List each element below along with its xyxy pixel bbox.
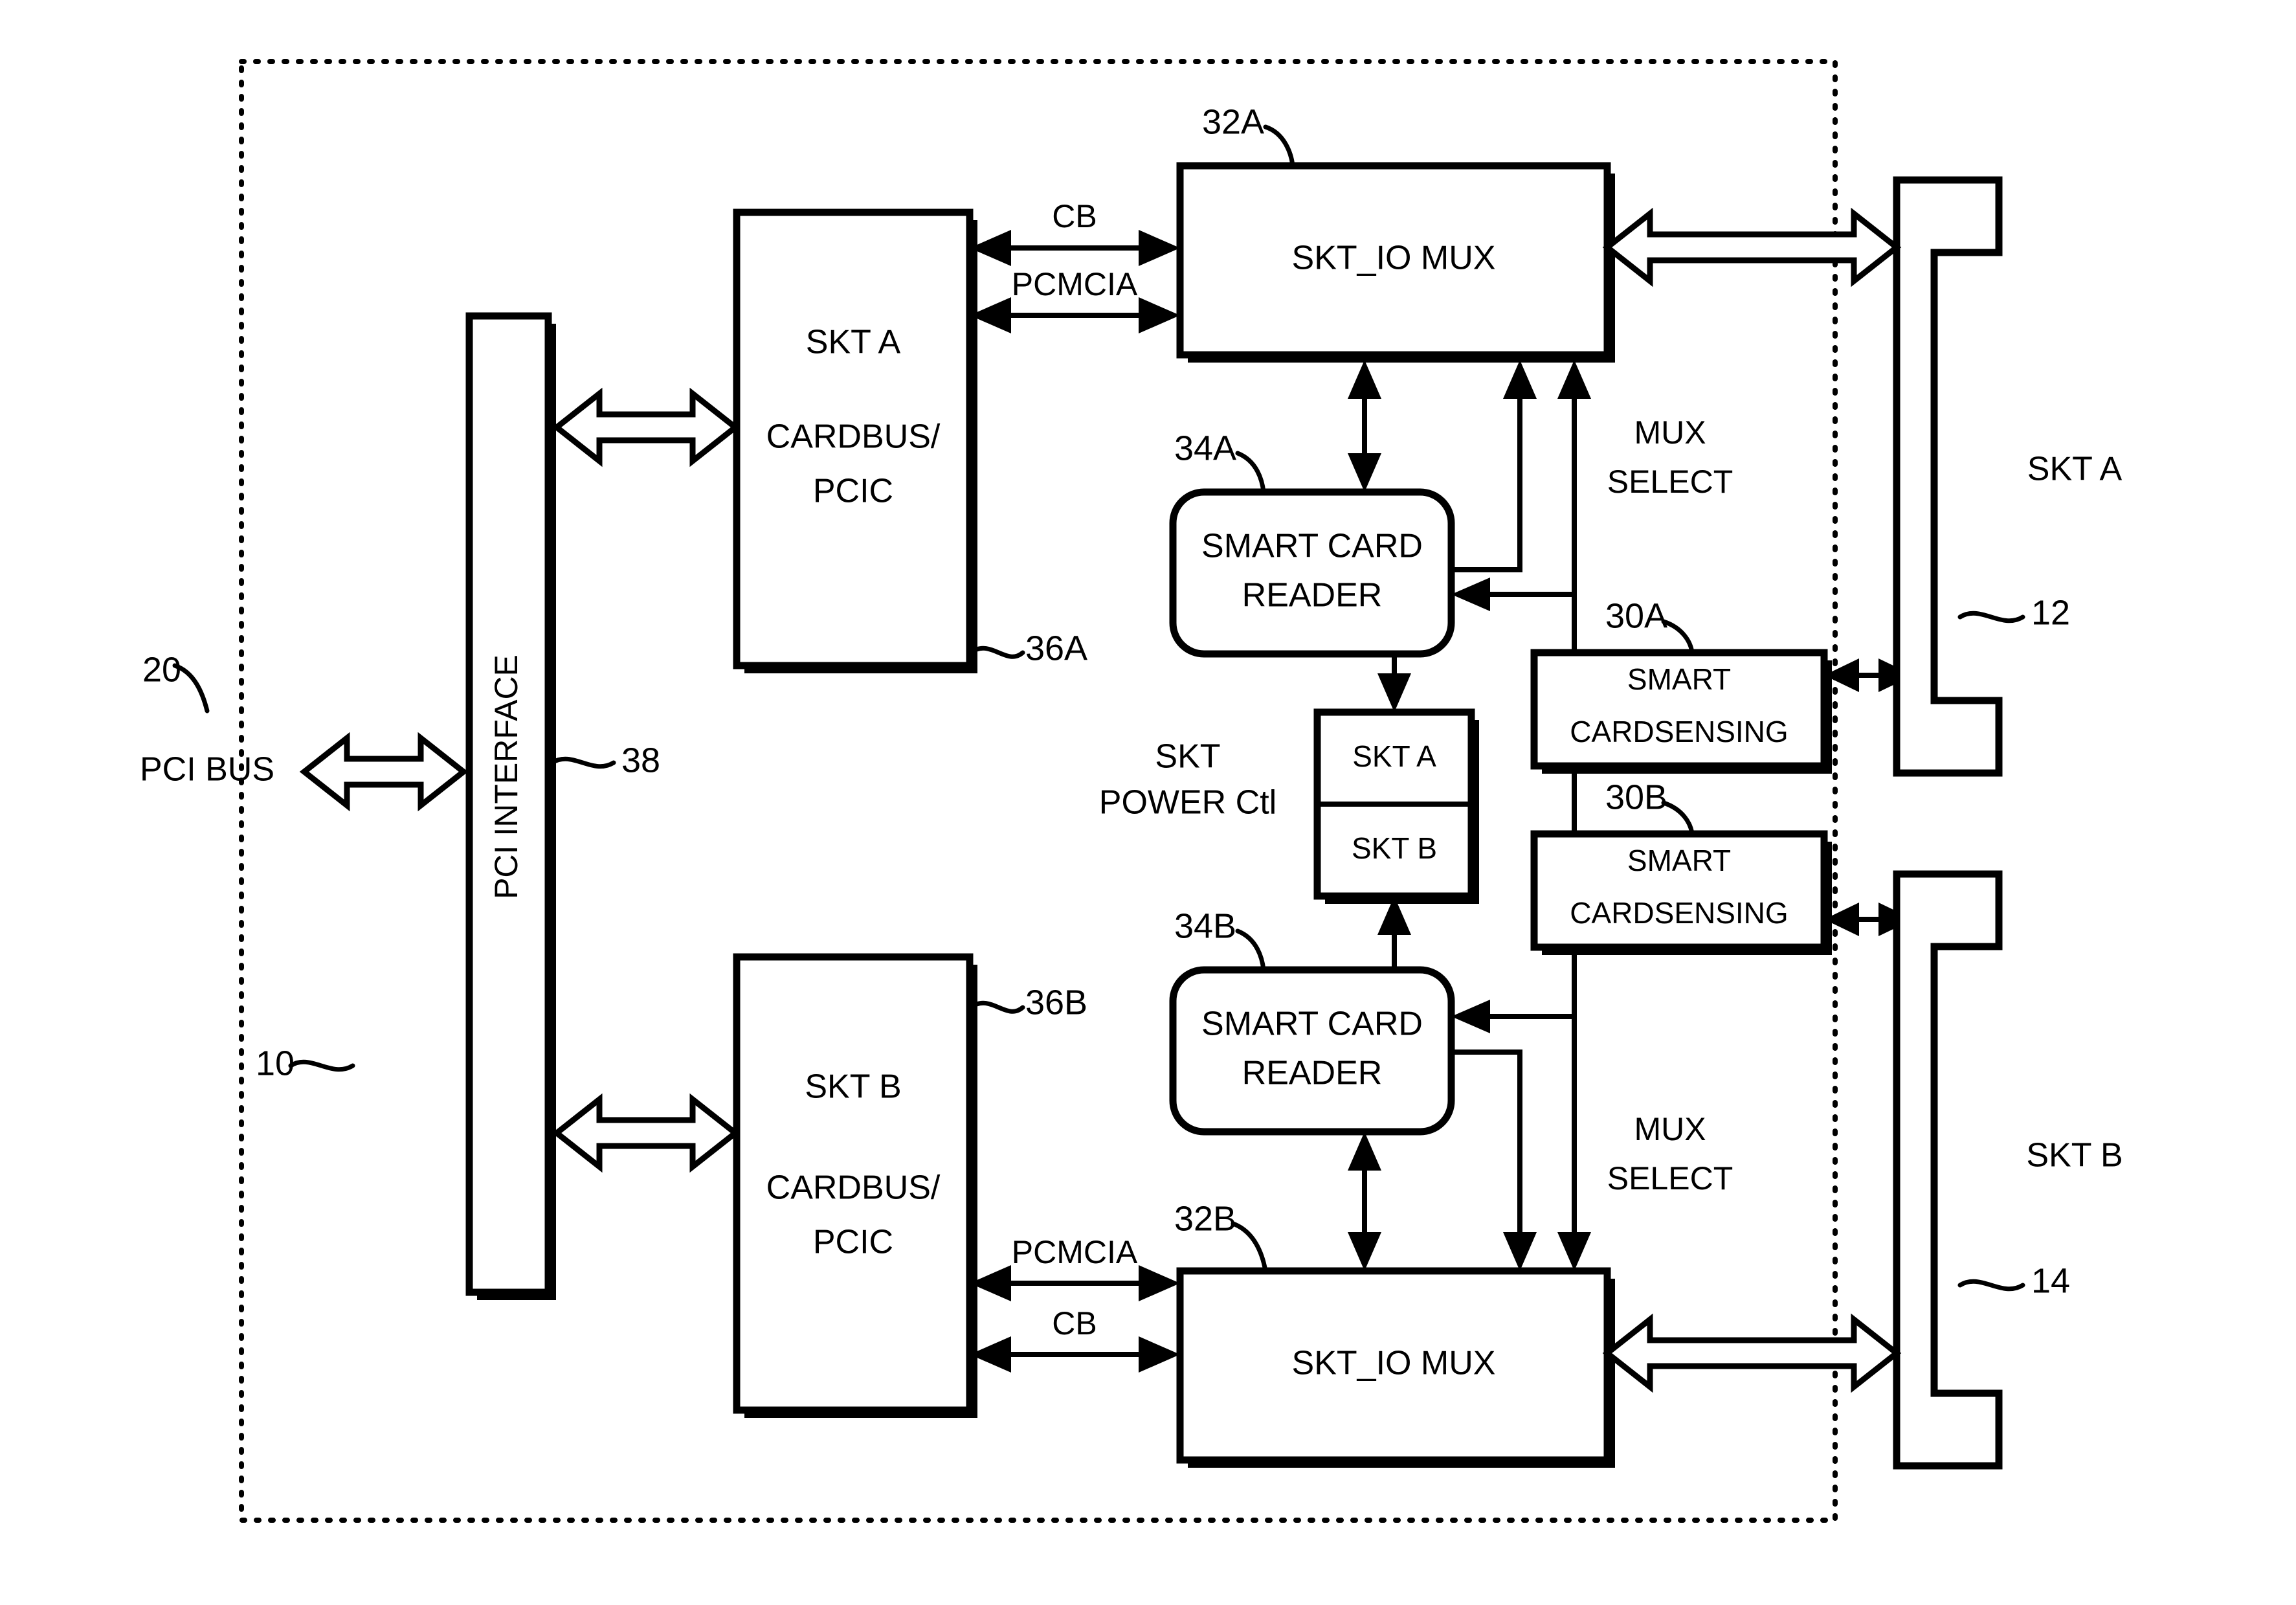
power-ctl-caption-line1: SKT (1155, 738, 1220, 776)
mux-select-bottom-line2: SELECT (1607, 1160, 1733, 1196)
mux-select-top-line2: SELECT (1607, 464, 1733, 500)
socket-a-label: SKT A (2027, 451, 2123, 488)
ref-32b: 32B (1174, 1199, 1236, 1238)
sensing-b-line1: SMART (1627, 844, 1731, 877)
ref-30b: 30B (1605, 778, 1667, 816)
skt-io-mux-b-label: SKT_IO MUX (1292, 1345, 1496, 1382)
cardbus-b-line2: CARDBUS/ (766, 1169, 941, 1207)
reader-a-line1: SMART CARD (1201, 528, 1423, 565)
ref-14: 14 (2031, 1261, 2070, 1300)
pcmcia-bottom-label: PCMCIA (1012, 1234, 1138, 1270)
ref-38: 38 (621, 741, 660, 780)
reader-a-line2: READER (1242, 577, 1383, 614)
cb-bottom-label: CB (1052, 1305, 1097, 1341)
skt-io-mux-a-label: SKT_IO MUX (1292, 240, 1496, 277)
cardbus-a-line2: CARDBUS/ (766, 418, 941, 456)
ref-20: 20 (142, 650, 181, 689)
ref-36b: 36B (1025, 983, 1087, 1022)
cb-top-label: CB (1052, 198, 1097, 234)
sensing-b-line2: CARDSENSING (1570, 896, 1788, 930)
power-ctl-row-b: SKT B (1352, 831, 1437, 865)
cardbus-b-line3: PCIC (813, 1224, 893, 1261)
reader-b-line1: SMART CARD (1201, 1005, 1423, 1043)
ref-32a: 32A (1202, 102, 1264, 141)
ref-34a: 34A (1174, 429, 1236, 467)
sensing-a-line2: CARDSENSING (1570, 715, 1788, 748)
patent-figure-canvas: PCI BUS 20 10 PCI INTERFACE 38 SKT A CAR… (0, 0, 2296, 1605)
mux-select-bottom-line1: MUX (1634, 1111, 1706, 1147)
reader-b-line2: READER (1242, 1055, 1383, 1092)
cardbus-a-line3: PCIC (813, 473, 893, 510)
socket-b-label: SKT B (2026, 1137, 2123, 1174)
label-layer: PCI BUS 20 10 PCI INTERFACE 38 SKT A CAR… (140, 102, 2123, 1382)
ref-30a: 30A (1605, 596, 1667, 635)
mux-select-top-line1: MUX (1634, 414, 1706, 451)
pcmcia-top-label: PCMCIA (1012, 266, 1138, 302)
power-ctl-row-a: SKT A (1352, 739, 1436, 773)
power-ctl-caption-line2: POWER Ctl (1099, 784, 1276, 822)
cardbus-b-line1: SKT B (805, 1068, 901, 1106)
ref-10: 10 (256, 1044, 295, 1083)
cardbus-a-line1: SKT A (806, 324, 901, 361)
pci-bus-label: PCI BUS (140, 751, 274, 789)
ref-36a: 36A (1025, 629, 1087, 668)
ref-12: 12 (2031, 593, 2070, 632)
sensing-a-line1: SMART (1627, 662, 1731, 696)
ref-34b: 34B (1174, 906, 1236, 945)
pci-interface-label: PCI INTERFACE (488, 655, 524, 899)
